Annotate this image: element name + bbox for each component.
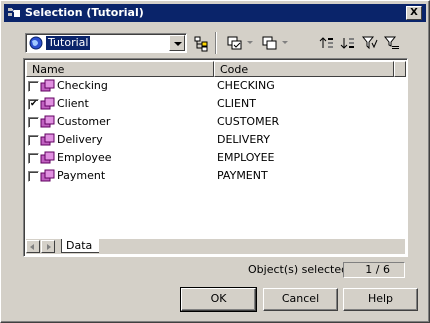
list-item[interactable]: ✔ Client CLIENT: [26, 95, 404, 113]
tab-data[interactable]: Data: [61, 239, 99, 253]
move-to-top-button[interactable]: [318, 34, 336, 52]
row-code: CLIENT: [217, 97, 256, 110]
selected-count-value: 1 / 6: [343, 262, 405, 278]
ok-button[interactable]: OK: [180, 287, 257, 312]
tree-view-button[interactable]: [192, 34, 210, 52]
close-button[interactable]: X: [406, 6, 422, 20]
row-name: Employee: [57, 151, 112, 164]
entity-icon: [40, 133, 55, 146]
entity-icon: [40, 151, 55, 164]
selected-count-label: Object(s) selected:: [248, 263, 352, 276]
row-code: CUSTOMER: [217, 115, 280, 128]
row-checkbox[interactable]: [28, 171, 39, 182]
row-name: Client: [57, 97, 89, 110]
arrow-right-icon: [47, 244, 51, 250]
cancel-button[interactable]: Cancel: [263, 288, 338, 311]
check-icon: ✔: [30, 99, 38, 109]
title-bar: Selection (Tutorial) X: [4, 4, 426, 22]
chevron-down-icon[interactable]: [282, 41, 288, 44]
list-item[interactable]: Checking CHECKING: [26, 77, 404, 95]
tab-strip: Data: [26, 239, 405, 254]
sort-up-icon: [319, 37, 333, 48]
list-item[interactable]: Employee EMPLOYEE: [26, 149, 404, 167]
tree-icon: [194, 36, 208, 52]
clear-filter-icon: [383, 36, 399, 49]
row-name: Checking: [57, 79, 108, 92]
model-select[interactable]: Tutorial: [25, 33, 187, 53]
deselect-all-icon: [262, 36, 277, 50]
list-item[interactable]: Customer CUSTOMER: [26, 113, 404, 131]
model-select-value: Tutorial: [46, 36, 91, 50]
toolbar-separator: [215, 32, 217, 54]
row-checkbox[interactable]: ✔: [28, 99, 39, 110]
clear-filter-button[interactable]: [383, 34, 401, 52]
column-header-code[interactable]: Code: [214, 61, 394, 77]
select-all-button[interactable]: [226, 34, 244, 52]
row-name: Payment: [57, 169, 106, 182]
filter-button[interactable]: [361, 34, 379, 52]
chevron-down-icon[interactable]: [247, 41, 253, 44]
row-checkbox[interactable]: [28, 135, 39, 146]
row-name: Delivery: [57, 133, 103, 146]
window-title: Selection (Tutorial): [25, 6, 144, 19]
selection-dialog: Selection (Tutorial) X Tutorial Name Cod…: [0, 0, 430, 323]
row-code: CHECKING: [217, 79, 275, 92]
row-checkbox[interactable]: [28, 153, 39, 164]
entity-icon: [40, 115, 55, 128]
row-code: PAYMENT: [217, 169, 268, 182]
row-code: EMPLOYEE: [217, 151, 275, 164]
help-button[interactable]: Help: [343, 288, 418, 311]
column-header-name[interactable]: Name: [26, 61, 214, 77]
entity-icon: [40, 97, 55, 110]
deselect-all-button[interactable]: [261, 34, 279, 52]
row-checkbox[interactable]: [28, 81, 39, 92]
move-to-bottom-button[interactable]: [339, 34, 357, 52]
app-icon: [8, 8, 20, 17]
object-list[interactable]: Name Code Checking CHECKING ✔ Client CLI…: [23, 58, 408, 257]
tab-scroll-left-button[interactable]: [26, 240, 40, 253]
row-name: Customer: [57, 115, 111, 128]
sort-down-icon: [340, 38, 354, 49]
tab-scroll-right-button[interactable]: [41, 240, 55, 253]
column-header-filler: [394, 61, 406, 77]
globe-icon: [29, 36, 43, 50]
row-checkbox[interactable]: [28, 117, 39, 128]
entity-icon: [40, 169, 55, 182]
filter-icon: [361, 36, 378, 50]
list-item[interactable]: Delivery DELIVERY: [26, 131, 404, 149]
select-all-icon: [227, 36, 242, 50]
row-code: DELIVERY: [217, 133, 270, 146]
list-item[interactable]: Payment PAYMENT: [26, 167, 404, 185]
entity-icon: [40, 79, 55, 92]
chevron-down-icon[interactable]: [169, 35, 185, 51]
arrow-left-icon: [30, 244, 34, 250]
